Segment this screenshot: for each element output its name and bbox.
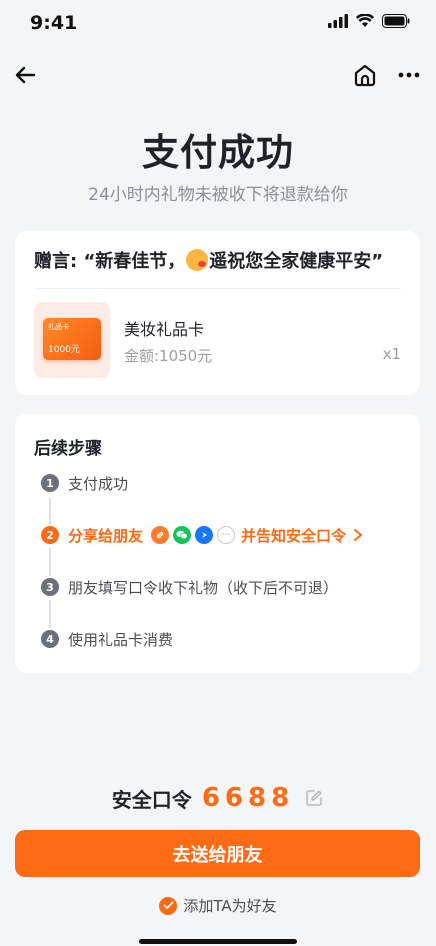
step-item-share[interactable]: 2 分享给朋友 ··· 并告知安全口令 bbox=[41, 524, 364, 546]
gift-card-graphic-title: 礼品卡 bbox=[48, 323, 69, 331]
more-dots-icon[interactable]: ··· bbox=[217, 526, 236, 544]
wechat-icon[interactable] bbox=[173, 526, 192, 544]
signal-icon bbox=[328, 14, 348, 28]
gift-card: 赠言: “新春佳节， 遥祝您全家健康平安” 礼品卡 1000元 美妆礼品卡 金额:… bbox=[15, 231, 420, 395]
share-icons: ··· bbox=[151, 526, 236, 544]
nav-bar bbox=[0, 56, 436, 96]
step-connector bbox=[49, 548, 51, 576]
add-friend-label: 添加TA为好友 bbox=[183, 897, 277, 915]
page-title: 支付成功 bbox=[142, 131, 294, 174]
edit-icon[interactable] bbox=[304, 788, 324, 808]
tiktok-icon[interactable] bbox=[195, 526, 214, 544]
step-connector bbox=[49, 498, 51, 524]
home-indicator bbox=[139, 939, 297, 944]
battery-icon bbox=[382, 14, 410, 28]
chevron-right-icon[interactable] bbox=[352, 528, 364, 542]
gift-message: 赠言: “新春佳节， 遥祝您全家健康平安” bbox=[34, 247, 383, 273]
product-quantity: x1 bbox=[382, 345, 401, 363]
step-number: 3 bbox=[41, 578, 59, 596]
back-arrow-icon[interactable] bbox=[10, 60, 40, 90]
step-number: 1 bbox=[41, 474, 59, 492]
step-label: 分享给朋友 bbox=[68, 526, 144, 545]
gift-message-suffix: 遥祝您全家健康平安” bbox=[209, 251, 384, 272]
link-icon[interactable] bbox=[151, 526, 170, 544]
status-time: 9:41 bbox=[30, 12, 78, 34]
status-icons bbox=[328, 14, 410, 28]
more-icon[interactable] bbox=[394, 60, 424, 90]
step-label: 使用礼品卡消费 bbox=[68, 630, 174, 649]
step-suffix: 并告知安全口令 bbox=[241, 526, 347, 545]
home-icon[interactable] bbox=[350, 60, 380, 90]
send-to-friend-button[interactable]: 去送给朋友 bbox=[15, 830, 420, 877]
step-item: 1 支付成功 bbox=[41, 472, 128, 494]
product-thumbnail[interactable]: 礼品卡 1000元 bbox=[34, 302, 110, 378]
gift-message-prefix: 赠言: “新春佳节， bbox=[34, 251, 186, 272]
step-item: 4 使用礼品卡消费 bbox=[41, 628, 173, 650]
status-bar: 9:41 bbox=[0, 0, 436, 48]
step-label: 朋友填写口令收下礼物（收下后不可退） bbox=[68, 578, 339, 597]
kiss-emoji-icon bbox=[186, 249, 209, 271]
gift-card-graphic: 礼品卡 1000元 bbox=[43, 318, 101, 360]
product-name: 美妆礼品卡 bbox=[124, 320, 205, 339]
steps-card: 后续步骤 1 支付成功 2 分享给朋友 ··· 并告知安全口令 3 朋友填写口令… bbox=[15, 414, 420, 673]
step-item: 3 朋友填写口令收下礼物（收下后不可退） bbox=[41, 576, 338, 598]
add-friend-toggle[interactable]: 添加TA为好友 bbox=[0, 895, 436, 916]
product-amount: 金额:1050元 bbox=[124, 347, 213, 365]
gift-card-graphic-amount: 1000元 bbox=[48, 345, 80, 355]
steps-title: 后续步骤 bbox=[34, 439, 102, 459]
wifi-icon bbox=[356, 14, 374, 27]
security-code-label: 安全口令 bbox=[111, 787, 192, 812]
security-code-value: 6688 bbox=[201, 783, 295, 813]
security-code-row: 安全口令 6688 bbox=[0, 783, 436, 813]
step-number: 4 bbox=[41, 630, 59, 648]
step-label: 支付成功 bbox=[68, 474, 129, 493]
step-number: 2 bbox=[41, 526, 59, 544]
divider bbox=[34, 288, 401, 289]
checkbox-checked-icon[interactable] bbox=[159, 896, 178, 915]
step-connector bbox=[49, 600, 51, 628]
page-subtitle: 24小时内礼物未被收下将退款给你 bbox=[88, 185, 348, 205]
